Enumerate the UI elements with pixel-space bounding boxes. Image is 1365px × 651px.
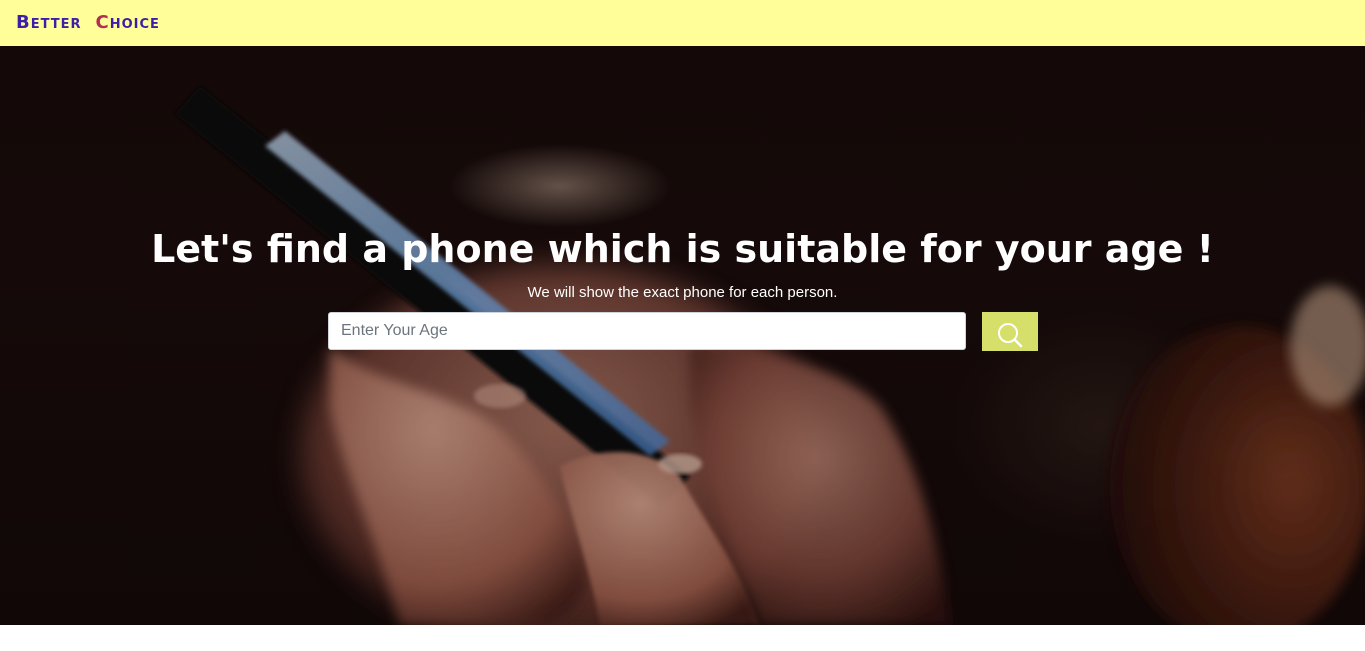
brand-word-choice-rest: hoice <box>109 12 160 33</box>
navbar: Better Choice <box>0 0 1365 46</box>
brand-word-choice: Choice <box>96 12 160 33</box>
hero-headline: Let's find a phone which is suitable for… <box>151 227 1214 271</box>
brand-word-better: Better <box>16 12 82 33</box>
brand-logo[interactable]: Better Choice <box>16 12 160 33</box>
hero-subheadline: We will show the exact phone for each pe… <box>527 284 838 301</box>
hero-section: Let's find a phone which is suitable for… <box>0 46 1365 625</box>
search-button[interactable] <box>982 312 1038 351</box>
search-icon <box>998 323 1023 348</box>
age-input[interactable] <box>328 312 966 350</box>
brand-word-choice-initial: C <box>95 12 110 33</box>
